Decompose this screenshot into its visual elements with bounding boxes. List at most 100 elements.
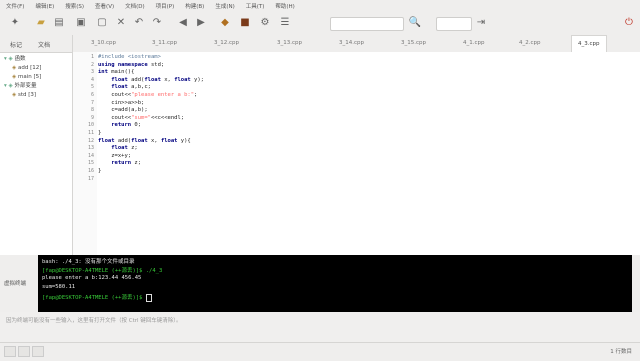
code-line: }	[98, 130, 102, 136]
line-number-gutter: 1 2 3 4 5 6 7 8 9 10 11 12 13 14 15 16 17	[73, 52, 97, 255]
revert-icon[interactable]: ▢	[95, 16, 109, 30]
status-bar	[0, 342, 640, 361]
redo-icon[interactable]: ↷	[150, 16, 164, 30]
statusbar-box	[18, 346, 30, 357]
input-hint: 因为终端可能没有一些输入，这里有打开文件（按 Ctrl 键回车键清除）。	[6, 318, 182, 324]
goto-line-input[interactable]	[436, 17, 472, 31]
tab-3_13[interactable]: 3_13.cpp	[277, 35, 302, 52]
code-line: z=x+y;	[98, 152, 132, 159]
group-icon: ▾ ◈	[4, 56, 15, 62]
toolbar: ✦ ▰ ▤ ▣ ▢ ✕ ↶ ↷ ◀ ▶ ◆ ■ ⚙ ☰ 🔍 ⇥ ⏻	[0, 11, 640, 36]
tab-3_12[interactable]: 3_12.cpp	[214, 35, 239, 52]
tree-group-functions[interactable]: ▾ ◈ 函数	[0, 55, 72, 64]
back-icon[interactable]: ◀	[176, 16, 190, 30]
menu-bar: 文件(F) 编辑(E) 搜索(S) 查看(V) 文档(D) 项目(P) 构建(B) 生成(N)…	[0, 0, 640, 11]
line-number: 13	[87, 145, 94, 152]
build-icon[interactable]: ■	[238, 16, 252, 30]
terminal-line: bash: ./4_3: 没有那个文件或目录	[42, 259, 135, 265]
tree-item-main[interactable]: ◈ main [5]	[0, 73, 72, 82]
tree-item-add[interactable]: ◈ add [12]	[0, 64, 72, 73]
tree-group-externals[interactable]: ▾ ◈ 外部变量	[0, 82, 72, 91]
save-all-icon[interactable]: ▣	[74, 16, 88, 30]
tab-3_15[interactable]: 3_15.cpp	[401, 35, 426, 52]
code-editor[interactable]: 1 2 3 4 5 6 7 8 9 10 11 12 13 14 15 16 17 #include <iost…	[73, 52, 640, 255]
tab-3_10[interactable]: 3_10.cpp	[91, 35, 116, 52]
status-line-info: 1 行数目	[610, 349, 632, 355]
menu-file[interactable]: 文件(F)	[0, 0, 29, 10]
code-line: cout<<"please enter a b:";	[98, 92, 198, 98]
goto-line-icon[interactable]: ⇥	[474, 16, 488, 30]
line-number: 7	[90, 99, 94, 106]
code-line: int main(){	[98, 69, 135, 76]
line-number: 17	[87, 175, 94, 182]
line-number: 3	[90, 69, 94, 76]
tab-3_14[interactable]: 3_14.cpp	[339, 35, 364, 52]
line-number: 9	[90, 114, 94, 121]
terminal-line: sum=580.11	[42, 284, 76, 290]
panel-tab-terminal[interactable]: 虚拟终端	[4, 279, 26, 287]
line-number: 11	[87, 130, 94, 136]
code-line: return z;	[111, 160, 142, 167]
menu-help[interactable]: 帮助(H)	[269, 0, 299, 10]
line-number: 14	[87, 152, 94, 159]
line-number: 10	[87, 122, 94, 129]
editor-tab-bar: 3_10.cpp 3_11.cpp 3_12.cpp 3_13.cpp 3_14…	[73, 35, 640, 53]
statusbar-box	[32, 346, 44, 357]
code-line: }	[98, 168, 102, 174]
menu-view[interactable]: 查看(V)	[89, 0, 119, 10]
menu-project[interactable]: 项目(P)	[150, 0, 180, 10]
terminal-cursor	[145, 293, 152, 302]
code-line: return 0;	[111, 122, 142, 129]
tab-4_2[interactable]: 4_2.cpp	[519, 35, 541, 52]
quit-icon[interactable]: ⏻	[622, 16, 636, 30]
code-line: float z;	[111, 145, 138, 152]
line-number: 2	[90, 61, 94, 68]
save-icon[interactable]: ▤	[52, 16, 66, 30]
search-input[interactable]	[330, 17, 404, 31]
sidebar-tabs: 标记 文档	[0, 35, 72, 53]
forward-icon[interactable]: ▶	[194, 16, 208, 30]
code-line: using namespace std;	[98, 61, 165, 68]
line-number: 15	[87, 160, 94, 167]
menu-tools[interactable]: 工具(T)	[240, 0, 270, 10]
line-number: 16	[87, 168, 94, 174]
code-line: float a,b,c;	[111, 84, 151, 91]
tree-item-std[interactable]: ◈ std [3]	[0, 91, 72, 100]
code-line: cout<<"sum="<<c<<endl;	[98, 114, 185, 121]
code-line: float add(float x, float y){	[98, 137, 191, 144]
statusbar-box	[4, 346, 16, 357]
menu-search[interactable]: 搜索(S)	[59, 0, 89, 10]
code-line: c=add(a,b);	[98, 107, 148, 114]
group-icon: ▾ ◈	[4, 83, 15, 89]
undo-icon[interactable]: ↶	[132, 16, 146, 30]
code-line: #include <iostream>	[98, 54, 161, 60]
terminal-line: please enter a b:123.44 456.45	[42, 275, 142, 281]
virtual-terminal[interactable]: bash: ./4_3: 没有那个文件或目录 [fap@DESKTOP-A4TM…	[38, 255, 632, 312]
tab-documents[interactable]: 文档	[28, 35, 56, 49]
search-icon[interactable]: 🔍	[408, 16, 422, 30]
tab-3_11[interactable]: 3_11.cpp	[152, 35, 177, 52]
menu-build[interactable]: 构建(B)	[179, 0, 209, 10]
menu-document[interactable]: 文档(D)	[119, 0, 150, 10]
run-icon[interactable]: ⚙	[258, 16, 272, 30]
open-folder-icon[interactable]: ▰	[34, 16, 48, 30]
close-file-icon[interactable]: ✕	[114, 16, 128, 30]
line-number: 8	[90, 107, 94, 114]
compile-icon[interactable]: ◆	[218, 16, 232, 30]
line-number: 1	[90, 54, 94, 60]
line-number: 5	[90, 84, 94, 91]
tab-4_1[interactable]: 4_1.cpp	[463, 35, 485, 52]
tab-symbols[interactable]: 标记	[0, 35, 28, 49]
line-number: 6	[90, 92, 94, 98]
sidebar: 标记 文档 ▾ ◈ 函数 ◈ add [12] ◈ main [5] ▾ ◈ 外部…	[0, 35, 73, 255]
menu-edit[interactable]: 编辑(E)	[29, 0, 59, 10]
line-number: 4	[90, 76, 94, 83]
code-line: float add(float x, float y);	[111, 76, 204, 83]
preferences-icon[interactable]: ☰	[278, 16, 292, 30]
menu-generate[interactable]: 生成(N)	[209, 0, 239, 10]
terminal-prompt: [fap@DESKTOP-A4TMELE (++源丢)]$	[42, 293, 152, 302]
line-number: 12	[87, 137, 94, 144]
code-line: cin>>a>>b;	[98, 99, 145, 106]
tab-4_3-active[interactable]: 4_3.cpp	[571, 35, 607, 53]
new-file-icon[interactable]: ✦	[8, 16, 22, 30]
